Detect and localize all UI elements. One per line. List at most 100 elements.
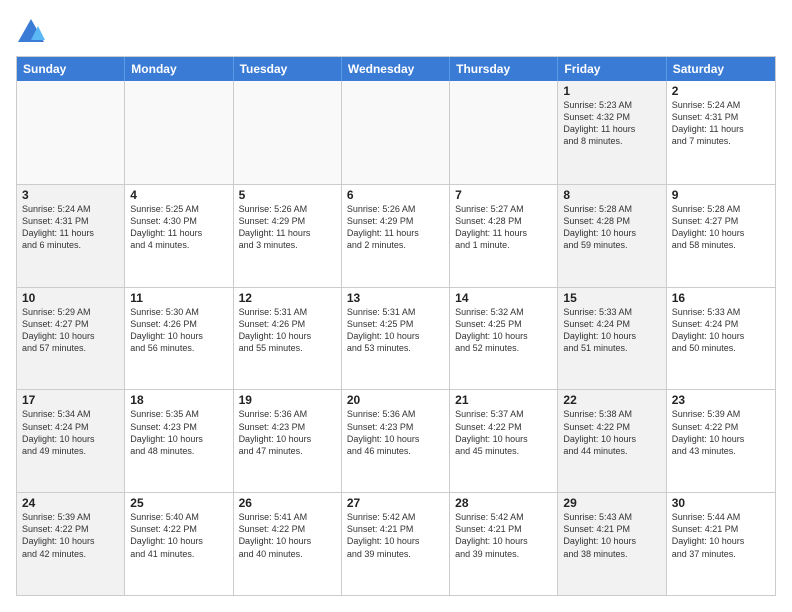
calendar: SundayMondayTuesdayWednesdayThursdayFrid… (16, 56, 776, 596)
header (16, 16, 776, 46)
calendar-cell: 24Sunrise: 5:39 AM Sunset: 4:22 PM Dayli… (17, 493, 125, 595)
day-number: 25 (130, 496, 227, 510)
weekday-header: Wednesday (342, 57, 450, 81)
calendar-cell: 6Sunrise: 5:26 AM Sunset: 4:29 PM Daylig… (342, 185, 450, 287)
cell-text: Sunrise: 5:30 AM Sunset: 4:26 PM Dayligh… (130, 306, 227, 355)
day-number: 21 (455, 393, 552, 407)
cell-text: Sunrise: 5:41 AM Sunset: 4:22 PM Dayligh… (239, 511, 336, 560)
cell-text: Sunrise: 5:43 AM Sunset: 4:21 PM Dayligh… (563, 511, 660, 560)
calendar-cell: 2Sunrise: 5:24 AM Sunset: 4:31 PM Daylig… (667, 81, 775, 184)
calendar-cell: 12Sunrise: 5:31 AM Sunset: 4:26 PM Dayli… (234, 288, 342, 390)
day-number: 6 (347, 188, 444, 202)
cell-text: Sunrise: 5:29 AM Sunset: 4:27 PM Dayligh… (22, 306, 119, 355)
calendar-row: 10Sunrise: 5:29 AM Sunset: 4:27 PM Dayli… (17, 287, 775, 390)
weekday-header: Friday (558, 57, 666, 81)
day-number: 5 (239, 188, 336, 202)
cell-text: Sunrise: 5:42 AM Sunset: 4:21 PM Dayligh… (347, 511, 444, 560)
cell-text: Sunrise: 5:44 AM Sunset: 4:21 PM Dayligh… (672, 511, 770, 560)
calendar-cell: 10Sunrise: 5:29 AM Sunset: 4:27 PM Dayli… (17, 288, 125, 390)
calendar-row: 1Sunrise: 5:23 AM Sunset: 4:32 PM Daylig… (17, 81, 775, 184)
calendar-cell: 25Sunrise: 5:40 AM Sunset: 4:22 PM Dayli… (125, 493, 233, 595)
calendar-cell: 21Sunrise: 5:37 AM Sunset: 4:22 PM Dayli… (450, 390, 558, 492)
calendar-cell: 14Sunrise: 5:32 AM Sunset: 4:25 PM Dayli… (450, 288, 558, 390)
weekday-header: Saturday (667, 57, 775, 81)
calendar-cell: 1Sunrise: 5:23 AM Sunset: 4:32 PM Daylig… (558, 81, 666, 184)
cell-text: Sunrise: 5:35 AM Sunset: 4:23 PM Dayligh… (130, 408, 227, 457)
page: SundayMondayTuesdayWednesdayThursdayFrid… (0, 0, 792, 612)
cell-text: Sunrise: 5:28 AM Sunset: 4:28 PM Dayligh… (563, 203, 660, 252)
day-number: 24 (22, 496, 119, 510)
calendar-cell: 8Sunrise: 5:28 AM Sunset: 4:28 PM Daylig… (558, 185, 666, 287)
calendar-cell: 4Sunrise: 5:25 AM Sunset: 4:30 PM Daylig… (125, 185, 233, 287)
day-number: 19 (239, 393, 336, 407)
weekday-header: Sunday (17, 57, 125, 81)
cell-text: Sunrise: 5:32 AM Sunset: 4:25 PM Dayligh… (455, 306, 552, 355)
cell-text: Sunrise: 5:27 AM Sunset: 4:28 PM Dayligh… (455, 203, 552, 252)
day-number: 14 (455, 291, 552, 305)
calendar-cell: 28Sunrise: 5:42 AM Sunset: 4:21 PM Dayli… (450, 493, 558, 595)
cell-text: Sunrise: 5:36 AM Sunset: 4:23 PM Dayligh… (239, 408, 336, 457)
calendar-row: 3Sunrise: 5:24 AM Sunset: 4:31 PM Daylig… (17, 184, 775, 287)
cell-text: Sunrise: 5:33 AM Sunset: 4:24 PM Dayligh… (672, 306, 770, 355)
day-number: 12 (239, 291, 336, 305)
calendar-cell: 20Sunrise: 5:36 AM Sunset: 4:23 PM Dayli… (342, 390, 450, 492)
day-number: 27 (347, 496, 444, 510)
cell-text: Sunrise: 5:23 AM Sunset: 4:32 PM Dayligh… (563, 99, 660, 148)
cell-text: Sunrise: 5:24 AM Sunset: 4:31 PM Dayligh… (672, 99, 770, 148)
day-number: 23 (672, 393, 770, 407)
day-number: 16 (672, 291, 770, 305)
calendar-header: SundayMondayTuesdayWednesdayThursdayFrid… (17, 57, 775, 81)
day-number: 7 (455, 188, 552, 202)
calendar-cell (17, 81, 125, 184)
cell-text: Sunrise: 5:39 AM Sunset: 4:22 PM Dayligh… (672, 408, 770, 457)
calendar-cell: 15Sunrise: 5:33 AM Sunset: 4:24 PM Dayli… (558, 288, 666, 390)
cell-text: Sunrise: 5:31 AM Sunset: 4:25 PM Dayligh… (347, 306, 444, 355)
day-number: 2 (672, 84, 770, 98)
day-number: 1 (563, 84, 660, 98)
day-number: 13 (347, 291, 444, 305)
calendar-body: 1Sunrise: 5:23 AM Sunset: 4:32 PM Daylig… (17, 81, 775, 595)
calendar-row: 17Sunrise: 5:34 AM Sunset: 4:24 PM Dayli… (17, 389, 775, 492)
day-number: 3 (22, 188, 119, 202)
day-number: 15 (563, 291, 660, 305)
cell-text: Sunrise: 5:26 AM Sunset: 4:29 PM Dayligh… (239, 203, 336, 252)
calendar-cell: 3Sunrise: 5:24 AM Sunset: 4:31 PM Daylig… (17, 185, 125, 287)
calendar-cell: 26Sunrise: 5:41 AM Sunset: 4:22 PM Dayli… (234, 493, 342, 595)
cell-text: Sunrise: 5:25 AM Sunset: 4:30 PM Dayligh… (130, 203, 227, 252)
calendar-cell: 7Sunrise: 5:27 AM Sunset: 4:28 PM Daylig… (450, 185, 558, 287)
calendar-cell: 29Sunrise: 5:43 AM Sunset: 4:21 PM Dayli… (558, 493, 666, 595)
day-number: 20 (347, 393, 444, 407)
cell-text: Sunrise: 5:31 AM Sunset: 4:26 PM Dayligh… (239, 306, 336, 355)
calendar-cell: 18Sunrise: 5:35 AM Sunset: 4:23 PM Dayli… (125, 390, 233, 492)
cell-text: Sunrise: 5:38 AM Sunset: 4:22 PM Dayligh… (563, 408, 660, 457)
day-number: 26 (239, 496, 336, 510)
cell-text: Sunrise: 5:37 AM Sunset: 4:22 PM Dayligh… (455, 408, 552, 457)
cell-text: Sunrise: 5:40 AM Sunset: 4:22 PM Dayligh… (130, 511, 227, 560)
cell-text: Sunrise: 5:34 AM Sunset: 4:24 PM Dayligh… (22, 408, 119, 457)
weekday-header: Tuesday (234, 57, 342, 81)
calendar-cell (234, 81, 342, 184)
cell-text: Sunrise: 5:42 AM Sunset: 4:21 PM Dayligh… (455, 511, 552, 560)
cell-text: Sunrise: 5:24 AM Sunset: 4:31 PM Dayligh… (22, 203, 119, 252)
calendar-cell: 5Sunrise: 5:26 AM Sunset: 4:29 PM Daylig… (234, 185, 342, 287)
day-number: 29 (563, 496, 660, 510)
day-number: 22 (563, 393, 660, 407)
day-number: 10 (22, 291, 119, 305)
calendar-cell: 11Sunrise: 5:30 AM Sunset: 4:26 PM Dayli… (125, 288, 233, 390)
day-number: 17 (22, 393, 119, 407)
calendar-cell: 30Sunrise: 5:44 AM Sunset: 4:21 PM Dayli… (667, 493, 775, 595)
calendar-cell: 27Sunrise: 5:42 AM Sunset: 4:21 PM Dayli… (342, 493, 450, 595)
cell-text: Sunrise: 5:36 AM Sunset: 4:23 PM Dayligh… (347, 408, 444, 457)
cell-text: Sunrise: 5:39 AM Sunset: 4:22 PM Dayligh… (22, 511, 119, 560)
cell-text: Sunrise: 5:33 AM Sunset: 4:24 PM Dayligh… (563, 306, 660, 355)
calendar-cell: 16Sunrise: 5:33 AM Sunset: 4:24 PM Dayli… (667, 288, 775, 390)
calendar-cell: 17Sunrise: 5:34 AM Sunset: 4:24 PM Dayli… (17, 390, 125, 492)
calendar-cell: 9Sunrise: 5:28 AM Sunset: 4:27 PM Daylig… (667, 185, 775, 287)
calendar-cell (450, 81, 558, 184)
weekday-header: Thursday (450, 57, 558, 81)
day-number: 30 (672, 496, 770, 510)
calendar-cell (125, 81, 233, 184)
day-number: 9 (672, 188, 770, 202)
calendar-cell: 23Sunrise: 5:39 AM Sunset: 4:22 PM Dayli… (667, 390, 775, 492)
calendar-cell: 22Sunrise: 5:38 AM Sunset: 4:22 PM Dayli… (558, 390, 666, 492)
